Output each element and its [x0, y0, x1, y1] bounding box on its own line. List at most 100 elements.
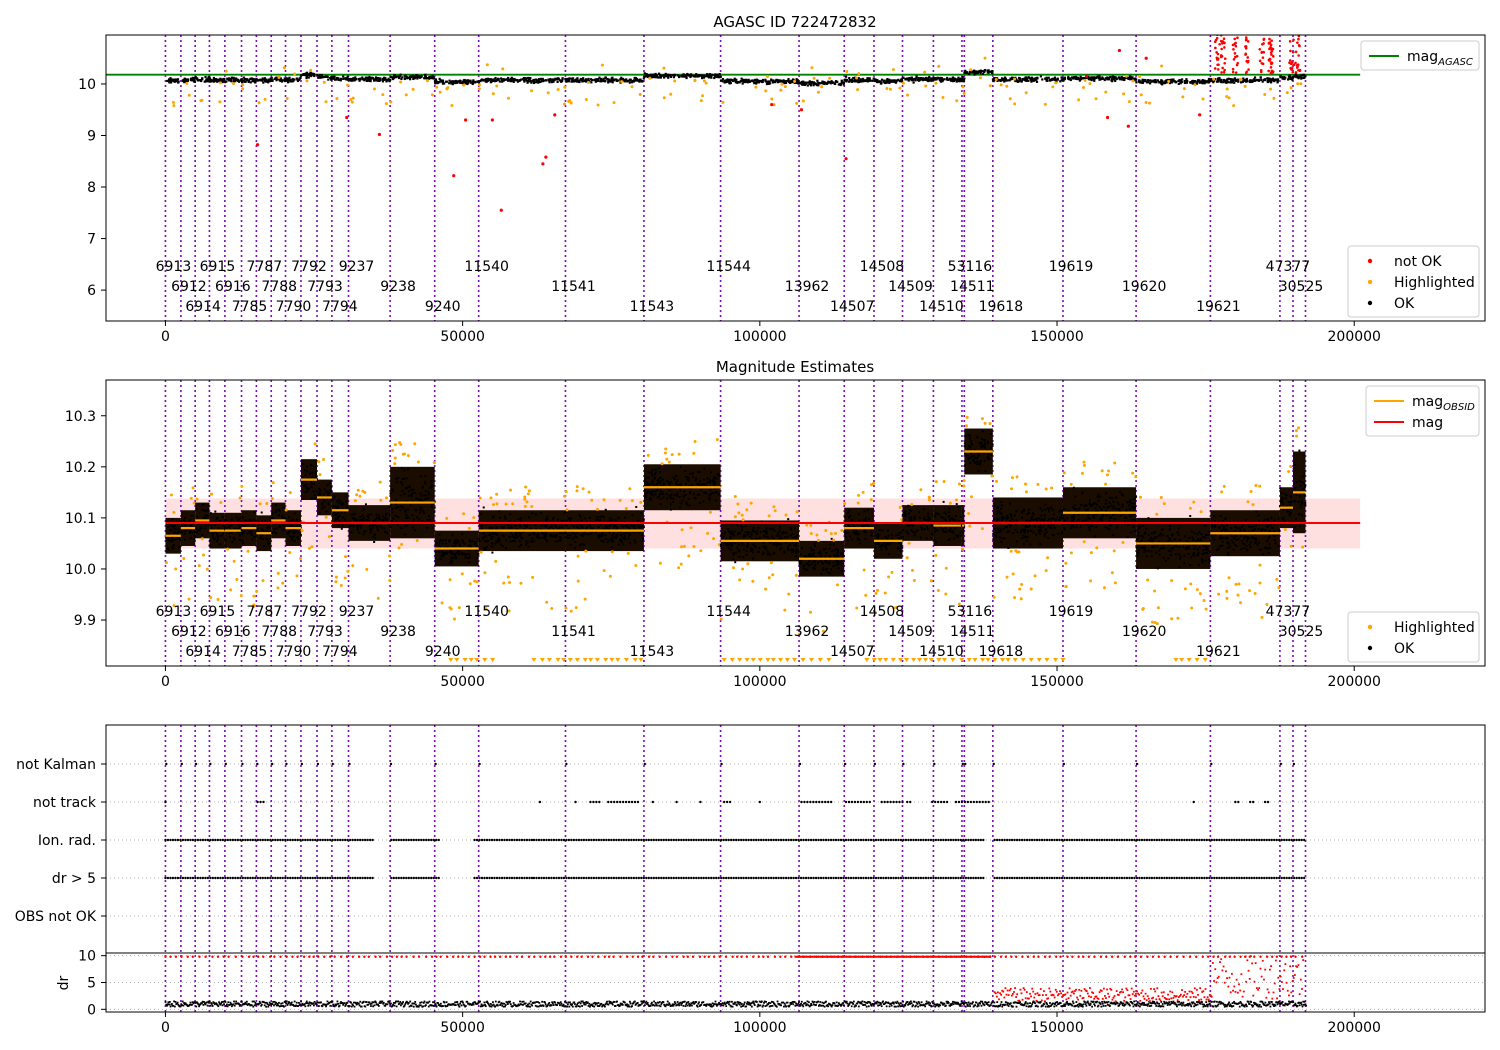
highlighted-point [239, 594, 243, 598]
ok-point [323, 506, 326, 509]
ok-point [1056, 77, 1059, 80]
ok-point [166, 525, 169, 528]
ok-point [600, 539, 603, 542]
ok-point [1275, 78, 1278, 81]
ok-point [406, 516, 409, 519]
ok-point [958, 78, 961, 82]
ok-point [1071, 76, 1074, 79]
ok-point [327, 78, 330, 81]
ok-point [736, 533, 739, 536]
ok-point [399, 508, 402, 511]
ok-point [1259, 76, 1262, 79]
ok-point [502, 78, 505, 81]
ok-point [546, 540, 549, 543]
ok-point [1224, 81, 1227, 84]
ok-point [249, 81, 252, 84]
ok-point [834, 564, 837, 567]
ok-point [904, 78, 907, 81]
highlighted-point [979, 76, 983, 80]
ok-point [559, 538, 562, 541]
ok-point [771, 79, 775, 82]
ok-point [1062, 79, 1065, 82]
ok-point [186, 79, 189, 82]
ok-point [611, 538, 614, 541]
ok-point [822, 562, 825, 565]
ok-point [1039, 75, 1043, 78]
highlighted-point [472, 516, 476, 520]
ok-point [378, 524, 381, 527]
ok-point [328, 482, 331, 485]
ok-point [1154, 79, 1157, 83]
ok-point [310, 497, 313, 500]
ok-point [579, 534, 582, 537]
not-ok-point [1218, 42, 1221, 46]
ok-point [534, 78, 537, 81]
ok-point [427, 493, 430, 496]
highlighted-point [355, 493, 359, 497]
ok-point [1141, 78, 1144, 81]
highlighted-point [351, 564, 355, 568]
ok-point [1081, 77, 1084, 80]
ok-point [641, 534, 644, 537]
ok-point [787, 548, 790, 551]
ok-point [806, 568, 809, 571]
ok-point [606, 525, 609, 528]
not-ok-point [1267, 69, 1270, 73]
ok-point [832, 543, 835, 546]
ok-point [780, 532, 783, 535]
ok-point [448, 540, 451, 543]
ok-point [786, 535, 789, 538]
ok-point [805, 563, 808, 566]
ok-point [584, 80, 588, 83]
ok-point [271, 513, 274, 516]
highlighted-point [381, 93, 385, 97]
ok-point [573, 533, 576, 536]
ok-point [789, 548, 792, 551]
ok-point [362, 533, 365, 536]
ok-point [1041, 78, 1044, 81]
highlighted-point [1088, 82, 1092, 86]
ok-point [218, 543, 221, 546]
ok-point [172, 543, 175, 546]
highlighted-point [869, 498, 873, 502]
ok-point [883, 81, 886, 84]
ok-point [1145, 81, 1149, 84]
ok-point [1005, 79, 1008, 82]
ok-point [419, 76, 422, 79]
ok-point [261, 534, 264, 537]
ok-point [844, 75, 848, 78]
ok-point [754, 545, 757, 548]
ok-point [183, 538, 186, 541]
ok-point [676, 479, 679, 482]
highlighted-point [1054, 81, 1058, 85]
highlighted-point [843, 502, 847, 506]
highlighted-point [673, 79, 677, 83]
ok-point [215, 540, 218, 543]
ok-point [516, 534, 519, 537]
ok-point [295, 524, 298, 527]
ok-point [688, 504, 691, 507]
ok-point [382, 519, 385, 522]
not-ok-point [1198, 113, 1202, 117]
panel1-legend-lower: not OKHighlightedOK [1347, 245, 1480, 318]
ok-point [429, 486, 432, 489]
ok-point [518, 539, 521, 542]
ok-point [705, 74, 708, 78]
ok-point [501, 526, 504, 529]
ok-point [657, 488, 660, 491]
ok-point [212, 78, 215, 82]
ok-point [835, 552, 838, 555]
highlighted-point [508, 581, 512, 585]
ok-point [578, 523, 581, 526]
ok-point [239, 525, 242, 528]
highlighted-point [901, 81, 905, 85]
ok-point [444, 80, 448, 83]
ok-point [228, 535, 231, 538]
legend-entry: Highlighted [1394, 275, 1475, 291]
ok-point [449, 561, 452, 564]
ok-point [249, 529, 252, 532]
ok-point [643, 72, 646, 75]
highlighted-point [372, 87, 376, 91]
not-ok-point [1269, 66, 1273, 69]
ok-point [434, 557, 437, 560]
